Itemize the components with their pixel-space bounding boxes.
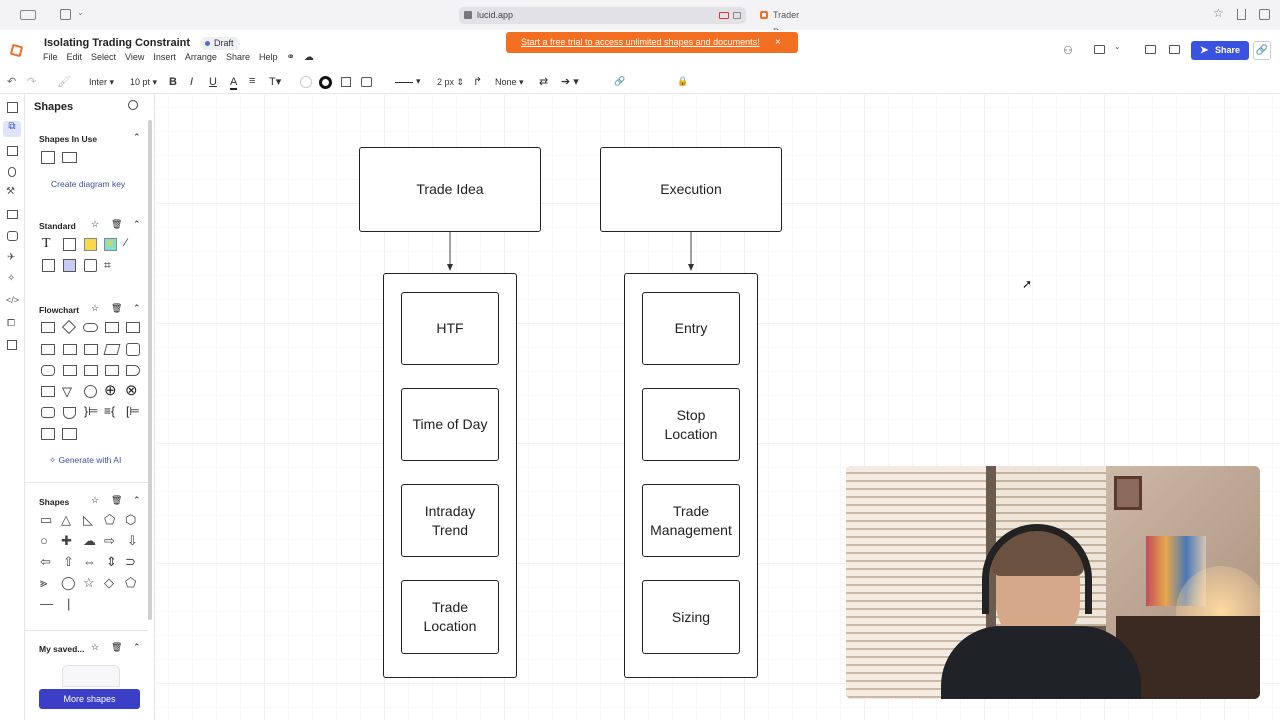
node-label: Stop Location	[664, 406, 718, 442]
mouse-cursor-icon: ➚	[1022, 277, 1033, 291]
node-time-of-day[interactable]: Time of Day	[401, 388, 499, 461]
node-sizing[interactable]: Sizing	[642, 580, 740, 654]
node-label: Trade Location	[423, 599, 477, 634]
picture-frame	[1114, 476, 1142, 510]
node-entry[interactable]: Entry	[642, 292, 740, 365]
person-body	[941, 626, 1141, 699]
node-trade-location[interactable]: Trade Location	[401, 580, 499, 654]
node-trade-management[interactable]: Trade Management	[642, 484, 740, 557]
node-intraday-trend[interactable]: Intraday Trend	[401, 484, 499, 557]
node-execution[interactable]: Execution	[600, 147, 782, 232]
node-label: Intraday Trend	[424, 502, 476, 538]
node-stop-location[interactable]: Stop Location	[642, 388, 740, 461]
node-htf[interactable]: HTF	[401, 292, 499, 365]
node-label: HTF	[436, 320, 464, 336]
node-label: Trade Management	[650, 502, 732, 538]
node-label: Trade Idea	[416, 181, 484, 197]
node-label: Sizing	[671, 608, 711, 625]
node-trade-idea[interactable]: Trade Idea	[359, 147, 541, 232]
webcam-overlay	[846, 466, 1260, 699]
node-label: Time of Day	[412, 416, 488, 432]
node-label: Execution	[660, 181, 722, 197]
node-label: Entry	[674, 320, 708, 336]
